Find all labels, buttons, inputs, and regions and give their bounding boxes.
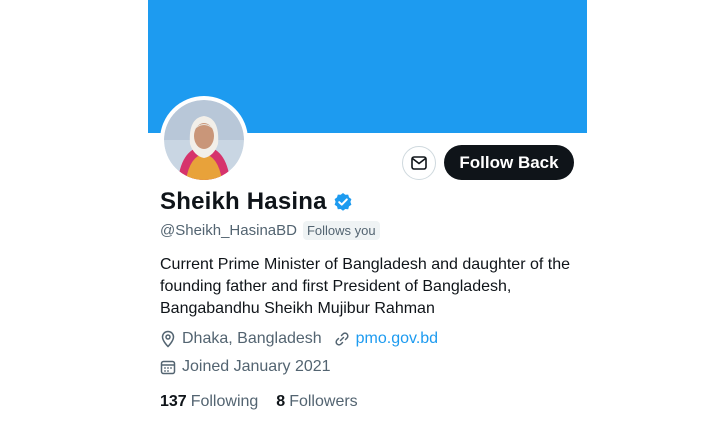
location-pin-icon [161, 330, 175, 348]
follow-stats: 137 Following 8 Followers [160, 393, 376, 411]
joined-text: Joined January 2021 [182, 358, 331, 375]
followers-count: 8 [276, 393, 286, 410]
calendar-icon [160, 360, 176, 375]
follows-you-badge: Follows you [302, 221, 380, 240]
profile-card: Follow Back Sheikh Hasina @Sheikh_Hasina… [148, 0, 587, 425]
verified-badge-icon[interactable] [333, 192, 353, 212]
profile-meta-row: Dhaka, Bangladesh pmo.gov.bd [160, 330, 450, 348]
website-item[interactable]: pmo.gov.bd [334, 330, 438, 348]
website-link[interactable]: pmo.gov.bd [356, 330, 438, 348]
joined-item: Joined January 2021 [160, 358, 331, 376]
message-button[interactable] [402, 146, 436, 180]
handle-row: @Sheikh_HasinaBD Follows you [160, 221, 380, 240]
username-handle: @Sheikh_HasinaBD [160, 222, 297, 239]
link-icon [335, 332, 349, 346]
avatar[interactable] [160, 96, 248, 184]
avatar-photo [164, 100, 244, 180]
follow-back-button[interactable]: Follow Back [444, 145, 574, 180]
location-item: Dhaka, Bangladesh [160, 330, 322, 348]
following-count: 137 [160, 393, 187, 410]
profile-bio: Current Prime Minister of Bangladesh and… [160, 256, 571, 317]
followers-label: Followers [289, 393, 358, 410]
following-link[interactable]: 137 Following [160, 393, 258, 411]
location-text: Dhaka, Bangladesh [182, 330, 322, 347]
envelope-icon [411, 156, 427, 170]
name-row: Sheikh Hasina [160, 188, 353, 216]
following-label: Following [190, 393, 259, 410]
joined-row: Joined January 2021 [160, 358, 343, 376]
followers-link[interactable]: 8 Followers [276, 393, 357, 411]
display-name: Sheikh Hasina [160, 188, 327, 215]
